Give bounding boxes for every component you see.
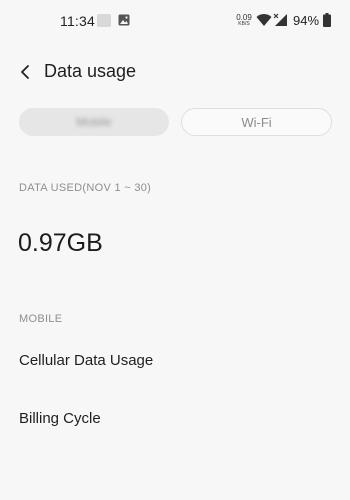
status-time: 11:34 bbox=[60, 13, 95, 29]
cellular-data-usage-label: Cellular Data Usage bbox=[19, 352, 154, 369]
battery-icon bbox=[323, 13, 331, 27]
data-used-value: 0.97GB bbox=[18, 229, 103, 257]
cellular-data-usage-item[interactable]: Cellular Data Usage bbox=[0, 339, 350, 383]
app-header: Data usage bbox=[0, 52, 350, 92]
billing-cycle-label: Billing Cycle bbox=[19, 410, 101, 427]
network-type-tabs: Mobile Wi-Fi bbox=[19, 108, 332, 138]
chevron-left-icon bbox=[21, 65, 29, 79]
back-button[interactable] bbox=[12, 58, 38, 86]
signal-icon bbox=[273, 13, 287, 26]
tab-wifi[interactable]: Wi-Fi bbox=[181, 108, 332, 136]
wifi-icon bbox=[256, 14, 272, 26]
image-icon bbox=[118, 14, 130, 26]
tab-mobile-label: Mobile bbox=[76, 115, 112, 129]
tab-wifi-label: Wi-Fi bbox=[241, 114, 272, 130]
network-speed-value: 0.09 bbox=[236, 13, 252, 22]
billing-cycle-item[interactable]: Billing Cycle bbox=[0, 397, 350, 441]
page-title: Data usage bbox=[44, 61, 137, 81]
network-speed-unit: KB/S bbox=[238, 21, 250, 27]
network-speed: 0.09 KB/S bbox=[234, 14, 254, 28]
tab-mobile[interactable]: Mobile bbox=[19, 108, 169, 136]
data-used-label: DATA USED(NOV 1 ~ 30) bbox=[19, 182, 152, 194]
status-bar: 11:34 0.09 KB/S 94% bbox=[0, 0, 350, 42]
notification-icon-blurred bbox=[97, 14, 111, 27]
battery-percent: 94% bbox=[293, 13, 320, 28]
mobile-section-label: MOBILE bbox=[19, 313, 63, 325]
